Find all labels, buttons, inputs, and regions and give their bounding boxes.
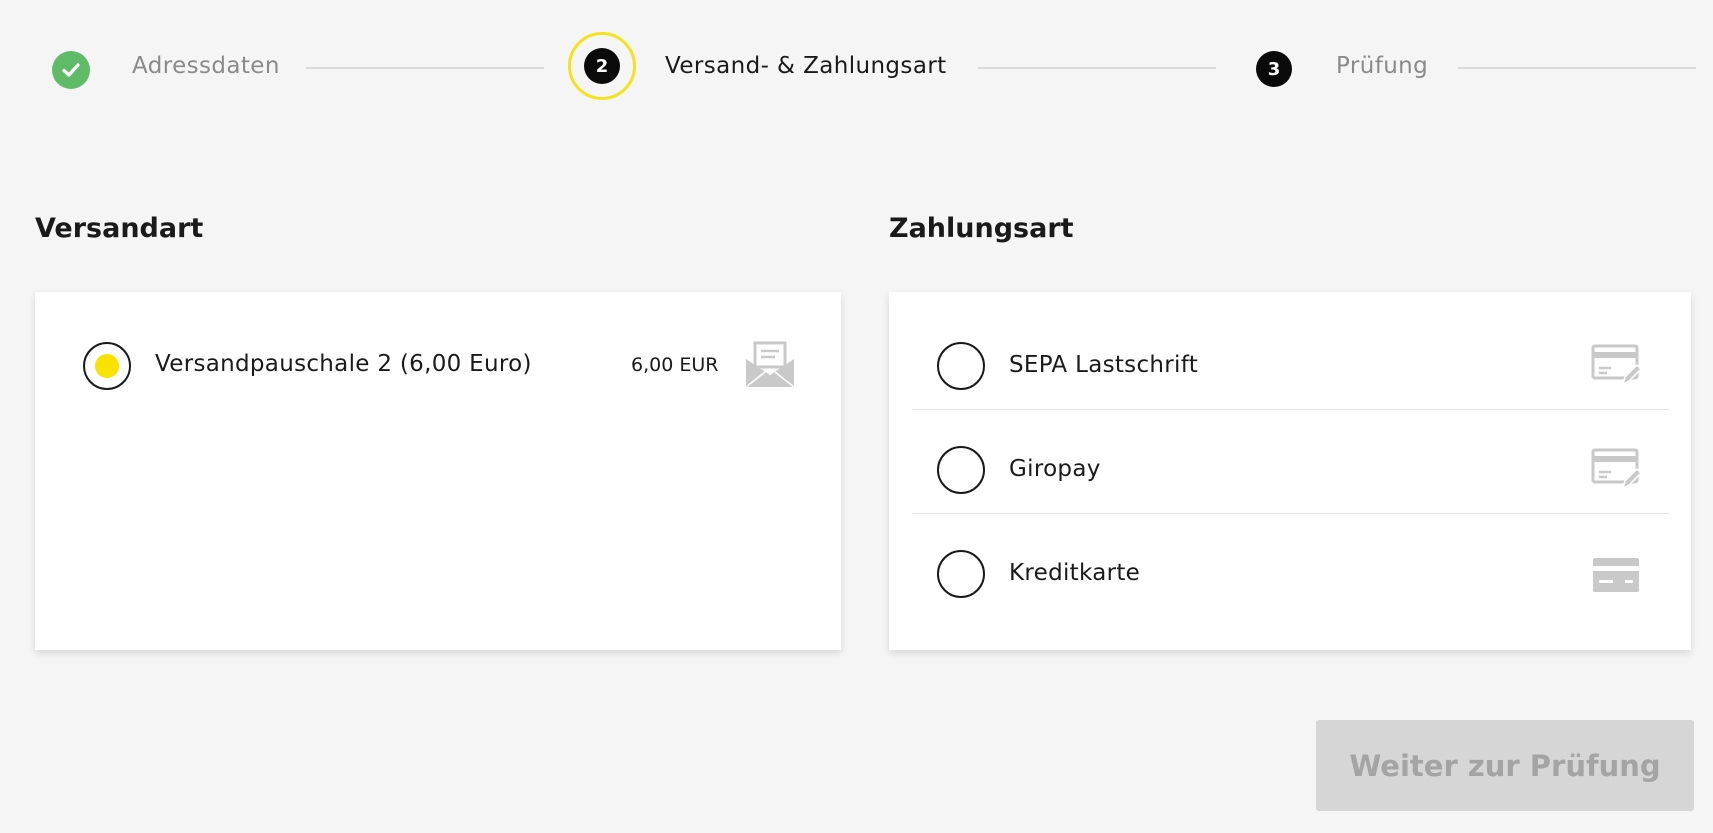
step-2-label: Versand- & Zahlungsart	[665, 53, 947, 79]
payment-options-card: SEPA Lastschrift Giropay Kreditkarte	[889, 292, 1691, 650]
continue-to-review-button[interactable]: Weiter zur Prüfung	[1316, 720, 1694, 811]
credit-card-icon	[1593, 558, 1639, 592]
payment-option-label: SEPA Lastschrift	[1009, 352, 1199, 378]
step-2-active-indicator: 2	[568, 32, 636, 100]
checkout-stepper: Adressdaten 2 Versand- & Zahlungsart 3 P…	[0, 0, 1713, 140]
card-with-pen-icon	[1591, 344, 1641, 386]
step-3-label: Prüfung	[1336, 53, 1429, 79]
open-envelope-icon	[745, 341, 795, 388]
shipping-option-radio[interactable]	[83, 342, 131, 390]
payment-option-radio[interactable]	[937, 342, 985, 390]
payment-section-title: Zahlungsart	[889, 213, 1074, 244]
payment-option-label: Kreditkarte	[1009, 560, 1141, 586]
radio-selected-dot	[95, 354, 119, 378]
step-3-number: 3	[1256, 51, 1292, 87]
option-divider	[912, 409, 1669, 410]
shipping-option-price: 6,00 EUR	[631, 354, 719, 376]
step-1-complete-icon	[52, 51, 90, 89]
shipping-section-title: Versandart	[35, 213, 204, 244]
payment-option-label: Giropay	[1009, 456, 1101, 482]
card-with-pen-icon	[1591, 448, 1641, 490]
step-2-number: 2	[584, 48, 620, 84]
step-connector-2	[978, 67, 1216, 69]
option-divider	[912, 513, 1669, 514]
checkmark-icon	[62, 63, 80, 77]
shipping-options-card: Versandpauschale 2 (6,00 Euro) 6,00 EUR	[35, 292, 841, 650]
step-1-label[interactable]: Adressdaten	[132, 53, 280, 79]
payment-option-radio[interactable]	[937, 446, 985, 494]
payment-option-radio[interactable]	[937, 550, 985, 598]
step-connector-1	[306, 67, 544, 69]
step-connector-3	[1458, 67, 1696, 69]
shipping-option-label: Versandpauschale 2 (6,00 Euro)	[155, 351, 532, 377]
